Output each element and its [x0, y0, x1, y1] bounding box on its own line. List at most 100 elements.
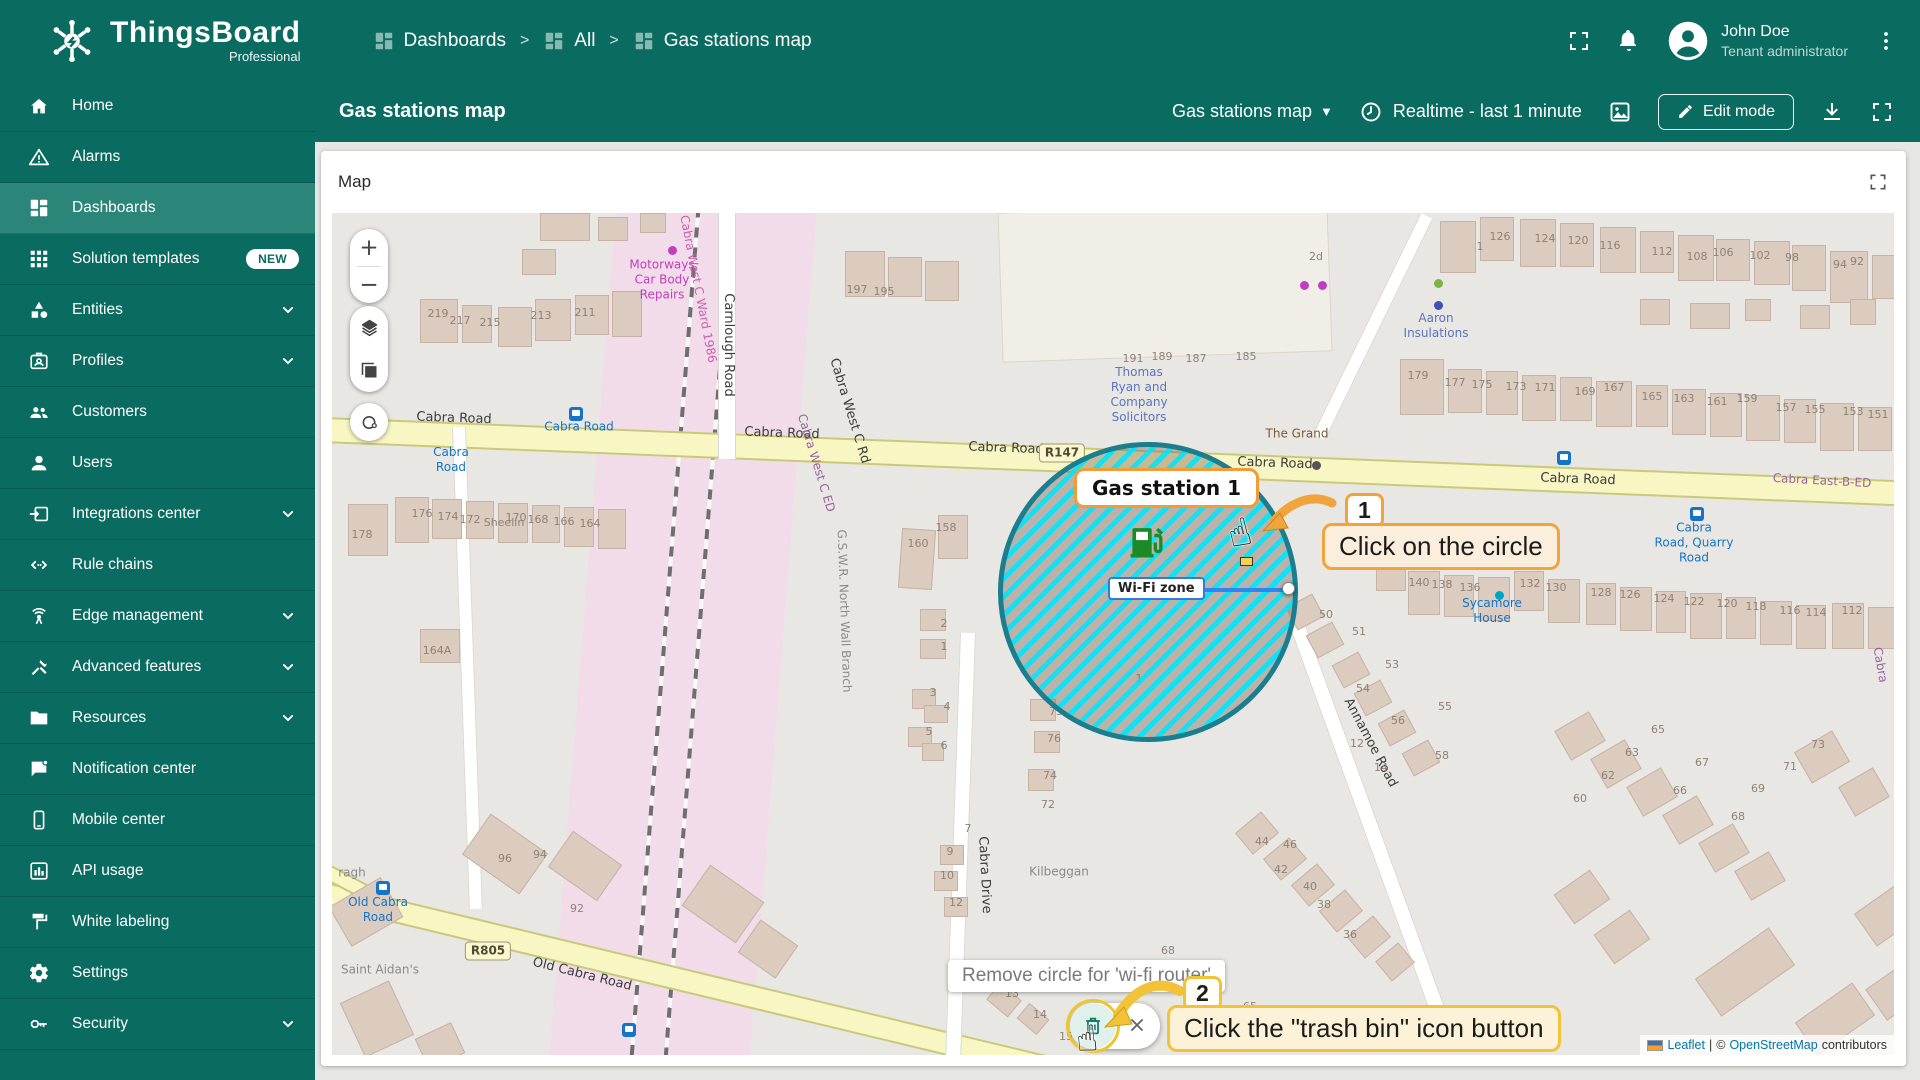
sidebar-item-rule-chains[interactable]: Rule chains — [0, 540, 315, 591]
user-menu[interactable]: John Doe Tenant administrator — [1667, 20, 1848, 62]
sidebar-item-label: Notification center — [72, 760, 197, 777]
sidebar-item-label: Entities — [72, 301, 123, 318]
house-number-label: 98 — [1785, 251, 1799, 265]
sidebar-item-solution-templates[interactable]: Solution templates NEW — [0, 234, 315, 285]
house-number-label: 120 — [1716, 597, 1738, 611]
sidebar-item-notification-center[interactable]: Notification center — [0, 744, 315, 795]
dashboard-state-selector[interactable]: Gas stations map ▼ — [1172, 101, 1333, 122]
sidebar-item-users[interactable]: Users — [0, 438, 315, 489]
house-number-label: 197 — [846, 283, 868, 297]
house-number-label: 56 — [1391, 714, 1405, 728]
gas-station-marker-label[interactable]: Gas station 1 — [1074, 468, 1260, 508]
house-number-label: 215 — [479, 316, 501, 330]
map-building — [1593, 909, 1651, 965]
sidebar-item-mobile-center[interactable]: Mobile center — [0, 795, 315, 846]
bus-stop-icon — [1557, 451, 1571, 465]
key-icon — [28, 1013, 50, 1035]
house-number-label: 178 — [351, 528, 373, 542]
house-number-label: 60 — [1573, 792, 1587, 806]
road-name-label: Carnlough Road — [721, 293, 737, 397]
breadcrumb-item-all[interactable]: All — [543, 30, 595, 52]
sidebar-item-resources[interactable]: Resources — [0, 693, 315, 744]
expand-dashboard-icon[interactable] — [1870, 100, 1894, 124]
map-layers-icon[interactable] — [350, 306, 388, 349]
map-building — [997, 213, 1333, 363]
notifications-bell-icon[interactable] — [1617, 29, 1641, 53]
sidebar-item-dashboards[interactable]: Dashboards — [0, 183, 315, 234]
house-number-label: 38 — [1317, 898, 1331, 912]
breadcrumb-item-gas-stations-map[interactable]: Gas stations map — [633, 30, 812, 52]
sidebar-item-entities[interactable]: Entities — [0, 285, 315, 336]
zoom-in-button[interactable]: + — [350, 229, 388, 266]
draw-circle-icon[interactable] — [350, 403, 388, 441]
house-number-label: 126 — [1619, 588, 1641, 602]
chevron-down-icon — [277, 606, 299, 626]
house-number-label: 167 — [1603, 381, 1625, 395]
house-number-label: 40 — [1303, 880, 1317, 894]
place-label: Saint Aidan's — [340, 962, 420, 977]
dashboards-icon — [633, 30, 655, 52]
sidebar-item-label: Settings — [72, 964, 129, 981]
leaflet-map[interactable]: + − Gas station 1 Wi-Fi zone ☝ 1 Click o… — [332, 213, 1894, 1055]
house-number-label: 185 — [1235, 350, 1257, 364]
sidebar-item-settings[interactable]: Settings — [0, 948, 315, 999]
breadcrumb-item-dashboards[interactable]: Dashboards — [373, 30, 506, 52]
house-number-label: 177 — [1444, 376, 1466, 390]
house-number-label: 195 — [873, 285, 895, 299]
thingsboard-logo[interactable]: ThingsBoard Professional — [46, 15, 301, 67]
download-icon[interactable] — [1820, 100, 1844, 124]
sidebar-item-edge-management[interactable]: Edge management — [0, 591, 315, 642]
thingsboard-logo-icon — [46, 15, 98, 67]
house-number-label: 66 — [1673, 784, 1687, 798]
edge-icon — [28, 605, 50, 627]
chevron-down-icon — [277, 1014, 299, 1034]
house-number-label: 124 — [1534, 232, 1556, 246]
house-number-label: 116 — [1599, 239, 1621, 253]
house-number-label: 163 — [1673, 392, 1695, 406]
sidebar-item-integrations-center[interactable]: Integrations center — [0, 489, 315, 540]
railway-track — [626, 213, 703, 1055]
house-number-label: 68 — [1161, 944, 1175, 958]
sidebar-item-advanced-features[interactable]: Advanced features — [0, 642, 315, 693]
house-number-label: 122 — [1683, 595, 1705, 609]
more-menu-icon[interactable] — [1874, 29, 1898, 53]
house-number-label: 36 — [1343, 928, 1357, 942]
poi-dot-icon — [1434, 301, 1443, 310]
widget-expand-icon[interactable] — [1868, 172, 1888, 192]
house-number-label: 169 — [1574, 385, 1596, 399]
wifi-zone-label[interactable]: Wi-Fi zone — [1108, 577, 1205, 600]
fullscreen-icon[interactable] — [1567, 29, 1591, 53]
admin-boundary-label: Cabra — [1870, 646, 1891, 684]
sidebar-item-alarms[interactable]: Alarms — [0, 132, 315, 183]
sidebar-item-home[interactable]: Home — [0, 81, 315, 132]
place-label: G.S.W.R. North Wall Branch — [834, 529, 855, 693]
timewindow-button[interactable]: Realtime - last 1 minute — [1359, 100, 1582, 124]
leaflet-link[interactable]: Leaflet — [1667, 1038, 1705, 1052]
map-style-icon[interactable] — [350, 349, 388, 392]
edit-mode-button[interactable]: Edit mode — [1657, 93, 1794, 130]
sidebar-item-api-usage[interactable]: API usage — [0, 846, 315, 897]
house-number-label: 10 — [940, 869, 954, 883]
step1-callout: Click on the circle — [1322, 523, 1560, 570]
dashboard-toolbar: Gas stations map Gas stations map ▼ Real… — [315, 81, 1920, 142]
circle-resize-handle[interactable] — [1282, 582, 1295, 595]
house-number-label: 55 — [1438, 700, 1452, 714]
house-number-label: 5 — [925, 725, 933, 739]
sidebar-item-white-labeling[interactable]: White labeling — [0, 897, 315, 948]
road-name-label: Cabra Road — [1540, 470, 1616, 489]
sidebar-item-customers[interactable]: Customers — [0, 387, 315, 438]
pointer-cursor-2: ☝ — [1073, 1017, 1101, 1055]
poi-dot-icon — [1300, 281, 1309, 290]
poi-dot-icon — [1434, 279, 1443, 288]
house-number-label: 46 — [1283, 838, 1297, 852]
bus-stop-label: Cabra Road — [433, 445, 469, 474]
osm-link[interactable]: OpenStreetMap — [1729, 1038, 1817, 1052]
gas-pump-icon[interactable] — [1126, 519, 1170, 563]
house-number-label: 42 — [1274, 863, 1288, 877]
sidebar-item-security[interactable]: Security — [0, 999, 315, 1050]
integrations-icon — [28, 503, 50, 525]
sidebar-item-profiles[interactable]: Profiles — [0, 336, 315, 387]
zoom-out-button[interactable]: − — [350, 267, 388, 303]
image-gallery-icon[interactable] — [1608, 100, 1632, 124]
house-number-label: 213 — [530, 309, 552, 323]
